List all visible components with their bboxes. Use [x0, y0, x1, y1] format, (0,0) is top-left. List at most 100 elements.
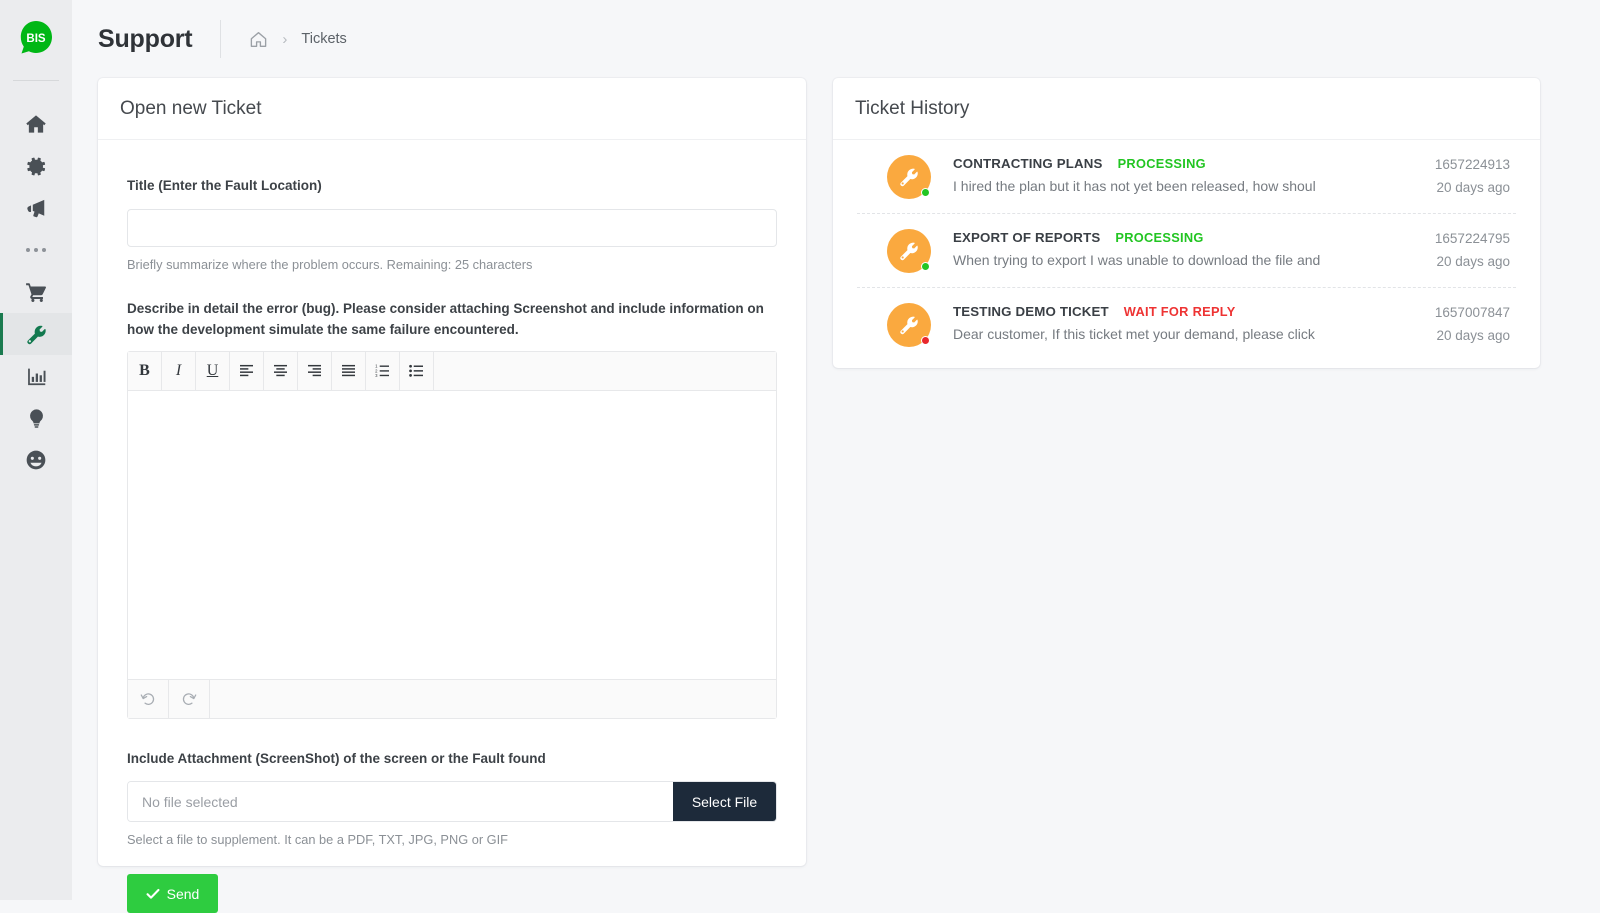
breadcrumb: › Tickets [249, 30, 347, 49]
ticket-row[interactable]: TESTING DEMO TICKET WAIT FOR REPLY Dear cu… [857, 288, 1516, 362]
status-badge: WAIT FOR REPLY [1123, 304, 1236, 319]
align-left-button[interactable] [230, 351, 264, 390]
ticket-heading: TESTING DEMO TICKET WAIT FOR REPLY [953, 304, 1435, 319]
sidebar-divider [13, 80, 59, 81]
sidebar: BIS [0, 0, 72, 900]
undo-button[interactable] [128, 679, 169, 718]
ticket-row[interactable]: EXPORT OF REPORTS PROCESSING When trying t… [857, 214, 1516, 288]
status-dot [921, 262, 930, 271]
ticket-id: 1657224795 [1434, 231, 1510, 246]
page-title: Support [98, 24, 193, 53]
ticket-history-list: CONTRACTING PLANS PROCESSING I hired the p… [833, 140, 1540, 362]
history-card-title: Ticket History [855, 97, 970, 119]
svg-text:BIS: BIS [26, 33, 46, 45]
file-input-row: No file selected Select File [127, 781, 777, 822]
align-justify-button[interactable] [332, 351, 366, 390]
sidebar-item-reports[interactable] [0, 355, 72, 397]
ticket-main: TESTING DEMO TICKET WAIT FOR REPLY Dear cu… [953, 303, 1435, 342]
ticket-id: 1657007847 [1434, 305, 1510, 320]
unordered-list-button[interactable] [400, 351, 434, 390]
editor-toolbar: B I U 1 2 3 [128, 351, 776, 391]
redo-button[interactable] [169, 679, 210, 718]
brand-logo[interactable]: BIS [16, 18, 56, 58]
unordered-list-icon [409, 365, 423, 378]
avatar [887, 155, 931, 199]
ordered-list-button[interactable]: 1 2 3 [366, 351, 400, 390]
ticket-heading: CONTRACTING PLANS PROCESSING [953, 156, 1435, 171]
ticket-form: Title (Enter the Fault Location) Briefly… [98, 140, 806, 913]
title-field-help: Briefly summarize where the problem occu… [127, 257, 533, 273]
align-center-button[interactable] [264, 351, 298, 390]
status-dot [921, 336, 930, 345]
title-field-label: Title (Enter the Fault Location) [127, 178, 322, 193]
page-header: Support › Tickets [72, 0, 1600, 78]
select-file-button[interactable]: Select File [673, 782, 776, 821]
megaphone-icon [27, 199, 45, 218]
wrench-icon [900, 242, 918, 261]
check-icon [146, 888, 160, 899]
wrench-icon [26, 325, 46, 344]
sidebar-item-feedback[interactable] [0, 439, 72, 481]
sidebar-item-support[interactable] [0, 313, 72, 355]
ticket-age: 20 days ago [1436, 180, 1510, 195]
undo-icon [140, 693, 155, 705]
ticket-meta: 1657224795 20 days ago [1435, 229, 1516, 269]
form-card-header: Open new Ticket [98, 78, 806, 140]
status-badge: PROCESSING [1115, 230, 1204, 245]
ellipsis-icon [26, 248, 46, 252]
align-justify-icon [342, 365, 355, 377]
italic-button[interactable]: I [162, 351, 196, 390]
sidebar-item-announcements[interactable] [0, 187, 72, 229]
ticket-id: 1657224913 [1434, 157, 1510, 172]
shopping-cart-icon [26, 283, 46, 302]
ticket-meta: 1657224913 20 days ago [1435, 155, 1516, 195]
ticket-meta: 1657007847 20 days ago [1435, 303, 1516, 343]
ticket-preview: Dear customer, If this ticket met your d… [953, 326, 1315, 342]
smiley-icon [26, 450, 46, 470]
ticket-heading: EXPORT OF REPORTS PROCESSING [953, 230, 1435, 245]
ticket-preview: I hired the plan but it has not yet been… [953, 178, 1316, 194]
file-name-display: No file selected [128, 782, 673, 821]
ticket-age: 20 days ago [1436, 328, 1510, 343]
ticket-preview: When trying to export I was unable to do… [953, 252, 1321, 268]
avatar [887, 229, 931, 273]
sidebar-item-home[interactable] [0, 103, 72, 145]
sidebar-item-more[interactable] [0, 229, 72, 271]
align-center-icon [274, 365, 287, 377]
sidebar-nav [0, 103, 72, 481]
breadcrumb-item-tickets[interactable]: Tickets [301, 31, 346, 47]
align-left-icon [240, 365, 253, 377]
description-textarea[interactable] [128, 390, 776, 679]
editor-footer [128, 678, 776, 718]
history-card-header: Ticket History [833, 78, 1540, 140]
redo-icon [182, 693, 197, 705]
lightbulb-icon [29, 408, 43, 428]
sidebar-item-shop[interactable] [0, 271, 72, 313]
ticket-main: CONTRACTING PLANS PROCESSING I hired the p… [953, 155, 1435, 194]
wrench-icon [900, 168, 918, 187]
ticket-main: EXPORT OF REPORTS PROCESSING When trying t… [953, 229, 1435, 268]
breadcrumb-separator: › [282, 30, 288, 48]
underline-button[interactable]: U [196, 351, 230, 390]
sidebar-item-ideas[interactable] [0, 397, 72, 439]
ticket-row[interactable]: CONTRACTING PLANS PROCESSING I hired the p… [857, 140, 1516, 214]
send-button-label: Send [166, 885, 200, 902]
title-input[interactable] [127, 209, 777, 248]
align-right-button[interactable] [298, 351, 332, 390]
header-separator [220, 20, 222, 58]
ticket-age: 20 days ago [1436, 254, 1510, 269]
attachment-field-help: Select a file to supplement. It can be a… [127, 832, 508, 847]
home-icon [26, 115, 46, 133]
chart-bar-icon [27, 368, 46, 385]
send-button[interactable]: Send [127, 874, 218, 913]
home-icon[interactable] [249, 30, 268, 49]
bis-logo-icon: BIS [20, 21, 52, 54]
ticket-subject: TESTING DEMO TICKET [953, 304, 1109, 319]
bold-button[interactable]: B [128, 351, 162, 390]
attachment-field-label: Include Attachment (ScreenShot) of the s… [127, 750, 546, 766]
gear-icon [26, 157, 45, 175]
wrench-icon [900, 316, 918, 335]
sidebar-item-settings[interactable] [0, 145, 72, 187]
status-badge: PROCESSING [1117, 156, 1206, 171]
rich-text-editor: B I U 1 2 3 [127, 350, 777, 719]
